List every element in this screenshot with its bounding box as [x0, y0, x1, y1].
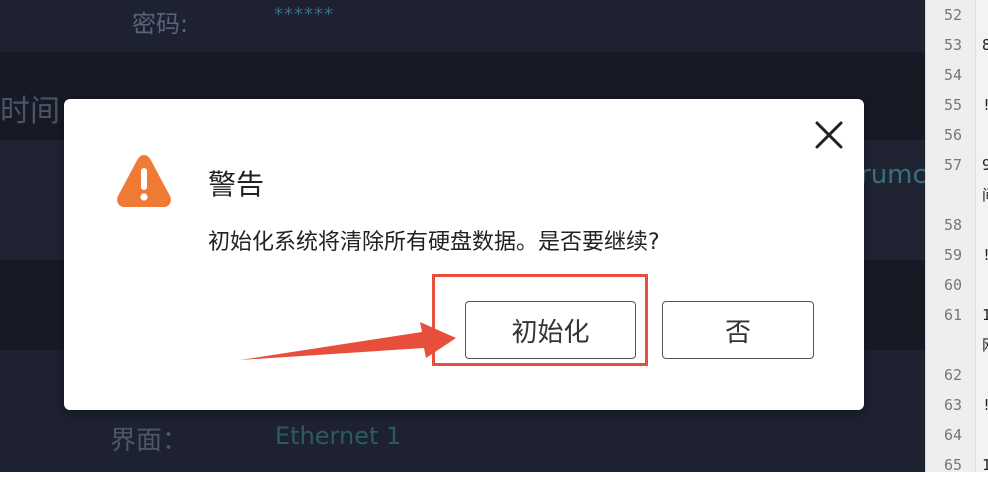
editor-line: 62: [926, 360, 988, 390]
editor-line: 网: [926, 330, 988, 360]
editor-line: 56: [926, 120, 988, 150]
editor-line: 65 1: [926, 450, 988, 480]
editor-line: 64: [926, 420, 988, 450]
editor-line: 54: [926, 60, 988, 90]
dialog-message: 初始化系统将清除所有硬盘数据。是否要继续?: [208, 230, 660, 255]
line-content: 1: [982, 306, 988, 324]
line-content: 8: [982, 36, 988, 54]
line-number: 62: [943, 366, 962, 384]
warning-dialog: 警告 初始化系统将清除所有硬盘数据。是否要继续? 初始化 否: [64, 99, 864, 410]
line-number: 65: [943, 456, 962, 474]
interface-label: 界面：: [110, 426, 189, 456]
line-number: 53: [943, 36, 962, 54]
line-number: 52: [943, 6, 962, 24]
line-number: 56: [943, 126, 962, 144]
initialize-button[interactable]: 初始化: [465, 301, 636, 359]
editor-line: 59!: [926, 240, 988, 270]
dialog-title: 警告: [208, 168, 265, 201]
close-button[interactable]: [810, 116, 848, 154]
line-content: 9: [982, 156, 988, 174]
line-content: !: [982, 240, 988, 270]
interface-value: Ethernet 1: [275, 422, 402, 450]
line-number: 58: [943, 216, 962, 234]
line-content: 网: [982, 330, 988, 360]
no-button[interactable]: 否: [662, 301, 814, 359]
editor-line: 55!: [926, 90, 988, 120]
line-number: 59: [943, 246, 962, 264]
editor-line: 52: [926, 0, 988, 30]
editor-line: 53 8: [926, 30, 988, 60]
editor-line: 57 9: [926, 150, 988, 180]
warning-icon: [117, 155, 171, 207]
code-editor-pane: 52 53 8 54 55! 56 57 9 间 58 59! 60 61 1 网 62 63! 64 65 1: [925, 0, 988, 474]
password-label: 密码:: [132, 10, 189, 38]
line-number: 64: [943, 426, 962, 444]
editor-line: 61 1: [926, 300, 988, 330]
time-section-heading: 时间: [0, 94, 60, 129]
line-content: 1: [982, 456, 988, 474]
background-partial-text: rumc: [860, 160, 925, 190]
line-number: 63: [943, 396, 962, 414]
editor-line: 60: [926, 270, 988, 300]
line-number: 57: [943, 156, 962, 174]
editor-line: 63!: [926, 390, 988, 420]
close-icon: [815, 121, 843, 149]
editor-line: 58: [926, 210, 988, 240]
line-number: 61: [943, 306, 962, 324]
password-value: ******: [274, 4, 334, 25]
line-number: 60: [943, 276, 962, 294]
line-content: 间: [982, 180, 988, 210]
editor-line: 间: [926, 180, 988, 210]
line-content: !: [982, 390, 988, 420]
line-number: 55: [943, 96, 962, 114]
line-content: !: [982, 90, 988, 120]
line-number: 54: [943, 66, 962, 84]
